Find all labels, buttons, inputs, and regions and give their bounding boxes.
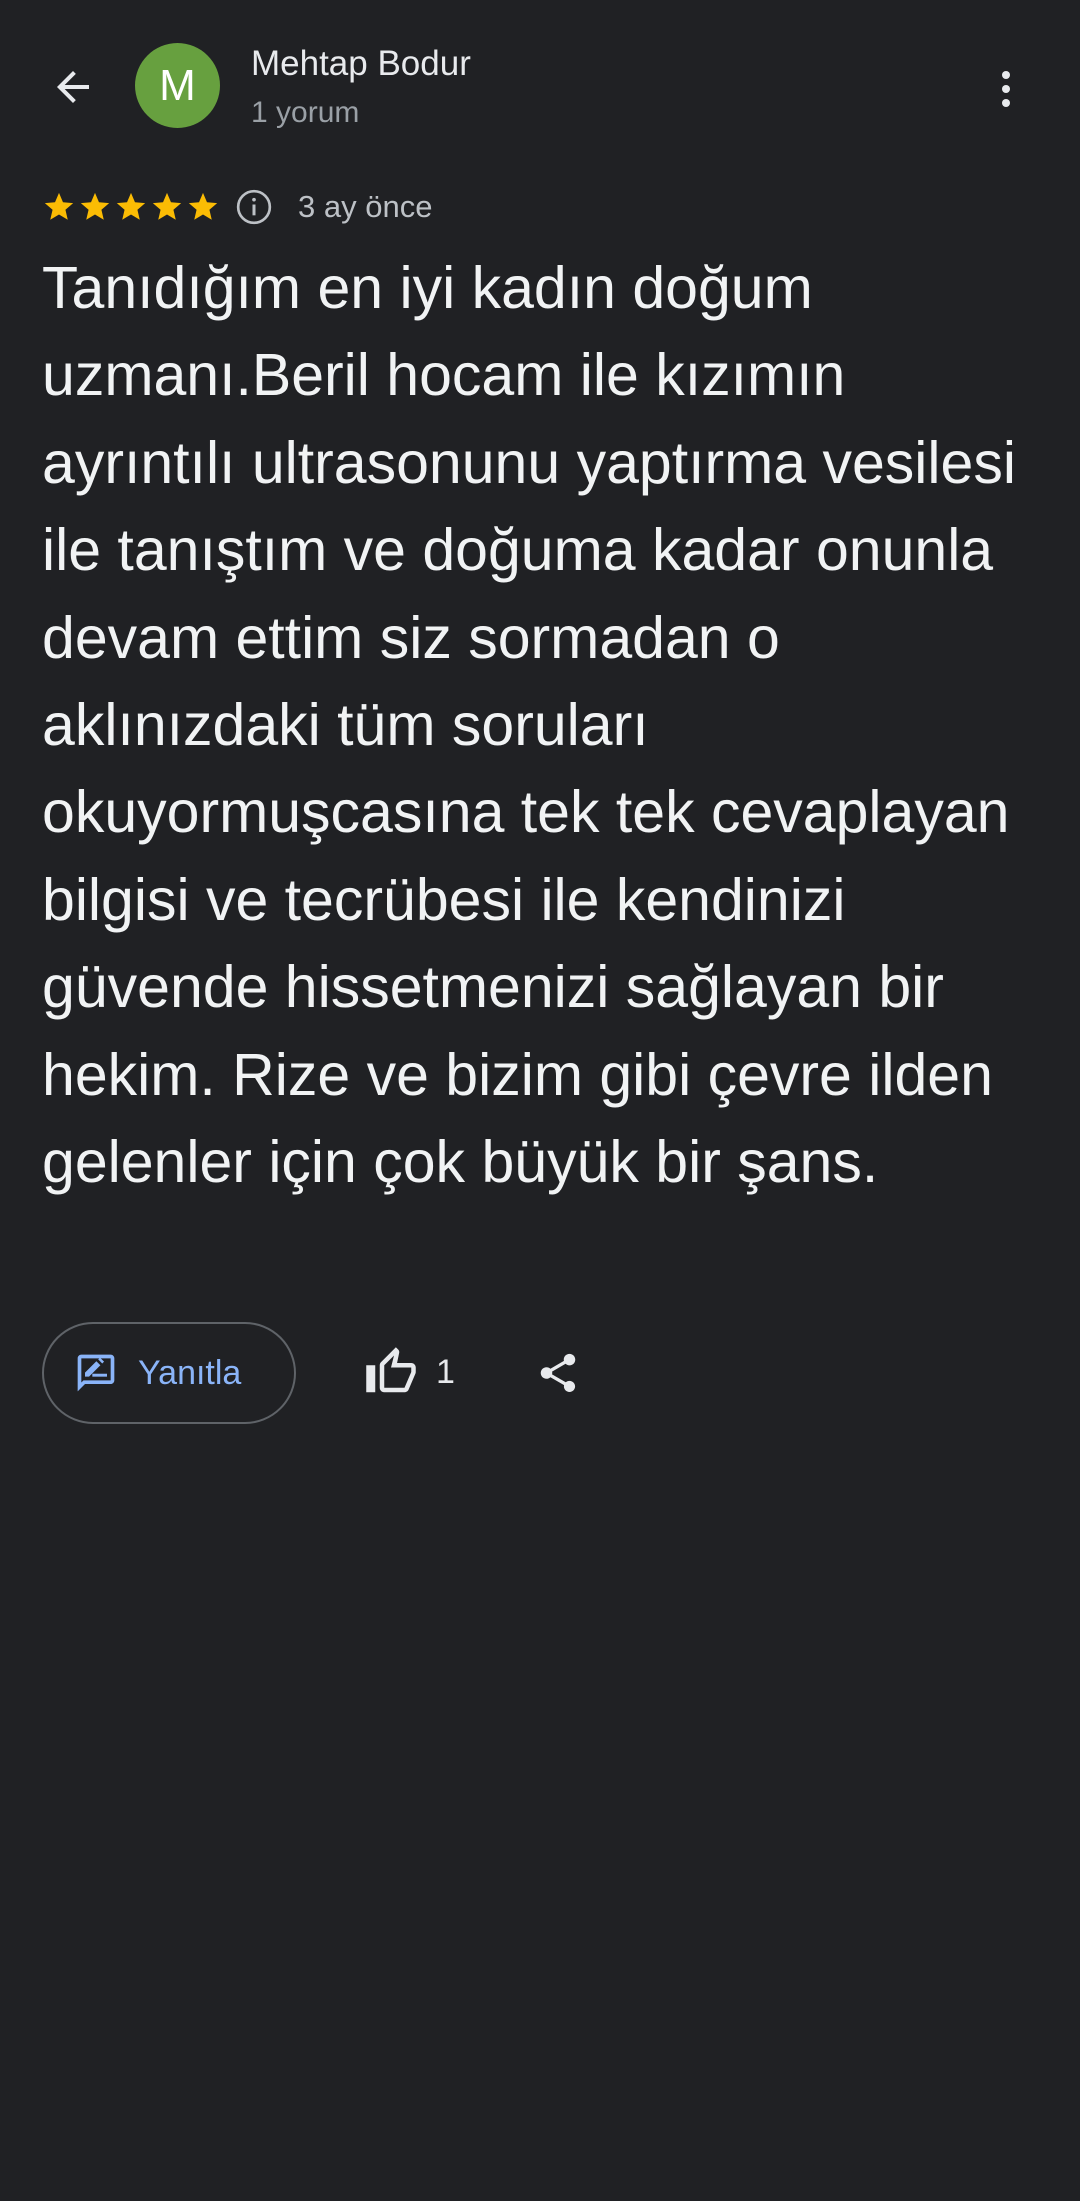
thumb-up-icon — [366, 1347, 416, 1393]
review-text: Tanıdığım en iyi kadın doğum uzmanı.Beri… — [42, 255, 1016, 1196]
author-name[interactable]: Mehtap Bodur — [251, 44, 471, 84]
share-icon — [540, 1353, 576, 1393]
like-count: 1 — [436, 1352, 455, 1391]
avatar-letter: M — [159, 60, 196, 110]
star-icon — [78, 190, 112, 224]
reply-button[interactable]: Yanıtla — [42, 1322, 296, 1424]
arrow-back-icon — [57, 71, 89, 103]
share-button[interactable] — [529, 1344, 587, 1402]
star-icon — [42, 190, 76, 224]
author-review-count: 1 yorum — [251, 96, 360, 129]
review-actions: Yanıtla 1 — [42, 1322, 1042, 1428]
back-button[interactable] — [36, 50, 110, 124]
like-button[interactable]: 1 — [364, 1344, 455, 1400]
star-icon — [186, 190, 220, 224]
star-icon — [114, 190, 148, 224]
more-vert-icon — [1002, 71, 1010, 107]
more-options-button[interactable] — [975, 58, 1037, 120]
star-icon — [150, 190, 184, 224]
review-header: M Mehtap Bodur 1 yorum — [0, 0, 1080, 165]
reply-label: Yanıtla — [138, 1353, 242, 1392]
star-rating — [42, 190, 220, 224]
info-icon[interactable] — [234, 187, 274, 227]
rate-review-icon — [77, 1354, 115, 1392]
avatar[interactable]: M — [135, 43, 220, 128]
review-date: 3 ay önce — [298, 189, 433, 224]
rating-row: 3 ay önce — [42, 184, 432, 230]
